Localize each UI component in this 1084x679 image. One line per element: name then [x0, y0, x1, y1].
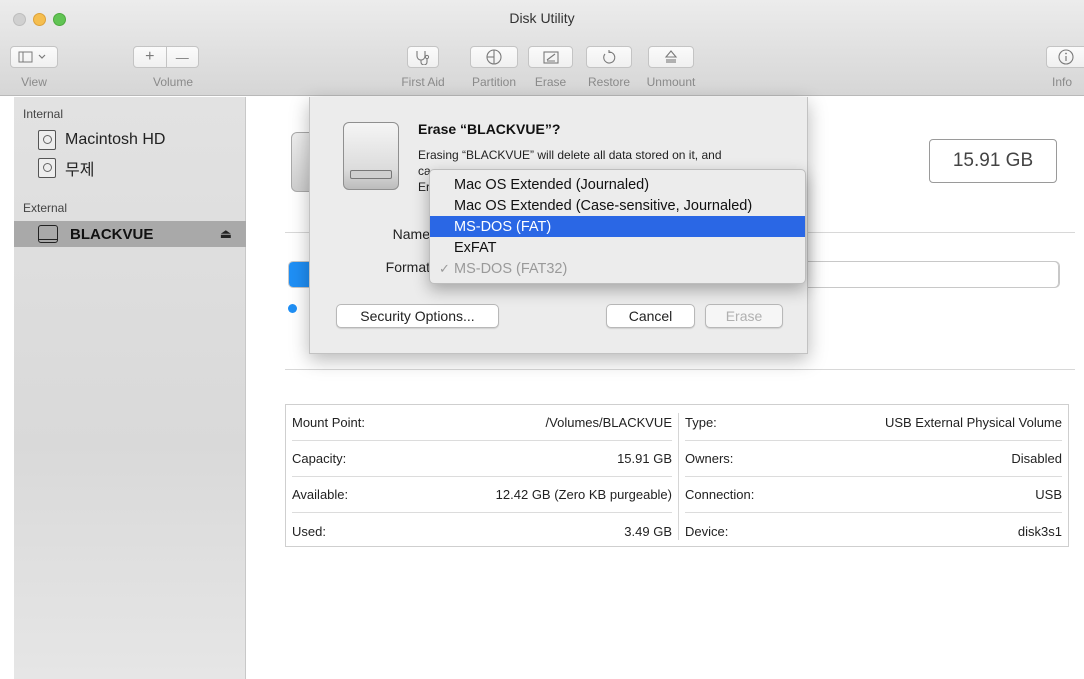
info-label: Mount Point: [292, 415, 365, 430]
info-value: 12.42 GB (Zero KB purgeable) [495, 487, 672, 502]
info-label: Info [1052, 75, 1073, 89]
add-volume-button[interactable]: + [134, 48, 166, 66]
info-row-type: Type: USB External Physical Volume [685, 405, 1062, 441]
format-option-mac-os-extended-case-sensitive[interactable]: Mac OS Extended (Case-sensitive, Journal… [430, 195, 805, 216]
info-label: Owners: [685, 451, 734, 466]
divider [285, 369, 1075, 370]
restore-label: Restore [587, 75, 631, 89]
info-label: Used: [292, 523, 326, 539]
info-column-left: Mount Point: /Volumes/BLACKVUE Capacity:… [286, 405, 678, 548]
sidebar-item-label: Macintosh HD [65, 131, 166, 148]
window-title: Disk Utility [509, 10, 575, 26]
info-icon [1057, 49, 1074, 65]
sheet-message: Erasing “BLACKVUE” will delete all data … [418, 148, 722, 162]
info-row-connection: Connection: USB [685, 477, 1062, 513]
partition-icon [486, 49, 502, 65]
partition-button[interactable] [470, 46, 518, 68]
sidebar-item-blackvue[interactable]: BLACKVUE ⏏ [14, 221, 246, 247]
info-row-owners: Owners: Disabled [685, 441, 1062, 477]
erase-button[interactable]: Erase [705, 304, 783, 328]
view-label: View [21, 75, 47, 89]
view-button[interactable] [10, 46, 58, 68]
info-button[interactable] [1046, 46, 1084, 68]
sidebar-item-label: BLACKVUE [70, 225, 154, 243]
info-label: Type: [685, 415, 717, 430]
capacity-display: 15.91 GB [929, 139, 1057, 183]
info-value: USB [1035, 487, 1062, 502]
info-value: /Volumes/BLACKVUE [545, 415, 672, 430]
sheet-title: Erase “BLACKVUE”? [418, 121, 561, 137]
checkmark-icon: ✓ [439, 260, 450, 276]
internal-disk-icon [38, 130, 56, 150]
stethoscope-icon [416, 51, 430, 65]
info-value: 3.49 GB [624, 523, 672, 539]
info-row-mount-point: Mount Point: /Volumes/BLACKVUE [292, 405, 672, 441]
info-row-available: Available: 12.42 GB (Zero KB purgeable) [292, 477, 672, 513]
format-option-label: MS-DOS (FAT32) [454, 260, 568, 277]
volume-label: Volume [152, 75, 194, 89]
format-option-ms-dos-fat32[interactable]: ✓ MS-DOS (FAT32) [430, 258, 805, 279]
sidebar-header-internal: Internal [23, 107, 64, 121]
external-disk-icon [38, 225, 58, 243]
unmount-label: Unmount [646, 75, 696, 89]
restore-icon [603, 50, 616, 64]
format-field-label: Format [385, 259, 430, 275]
sidebar-item-label: 무제 [65, 162, 95, 179]
internal-disk-icon [38, 158, 56, 178]
format-option-mac-os-extended-journaled[interactable]: Mac OS Extended (Journaled) [430, 174, 805, 195]
info-label: Device: [685, 523, 729, 539]
info-row-device: Device: disk3s1 [685, 513, 1062, 549]
sidebar: Internal Macintosh HD 무제 External BLACKV… [14, 97, 246, 679]
format-option-ms-dos-fat[interactable]: MS-DOS (FAT) [430, 216, 805, 237]
sidebar-header-external: External [23, 201, 68, 215]
sidebar-toggle-icon [18, 51, 46, 63]
sidebar-item-untitled[interactable]: 무제 [14, 155, 246, 181]
name-field-extension [806, 261, 1059, 288]
erase-icon [542, 51, 559, 64]
external-drive-icon [343, 122, 399, 190]
cancel-button[interactable]: Cancel [606, 304, 695, 328]
erase-label: Erase [534, 75, 567, 89]
info-label: Capacity: [292, 451, 347, 466]
format-option-exfat[interactable]: ExFAT [430, 237, 805, 258]
info-row-used: Used: 3.49 GB [292, 513, 672, 549]
info-value: 15.91 GB [617, 451, 672, 466]
info-label: Connection: [685, 487, 755, 502]
unmount-button[interactable] [648, 46, 694, 68]
format-dropdown-menu: Mac OS Extended (Journaled) Mac OS Exten… [429, 169, 806, 284]
info-label: Available: [292, 487, 349, 502]
volume-segmented-control: + — [133, 46, 199, 68]
erase-toolbar-button[interactable] [528, 46, 573, 68]
security-options-button[interactable]: Security Options... [336, 304, 499, 328]
used-legend-dot [288, 304, 297, 313]
sidebar-item-macintosh-hd[interactable]: Macintosh HD [14, 127, 246, 153]
eject-icon [664, 50, 678, 63]
remove-volume-button[interactable]: — [166, 50, 198, 65]
eject-icon[interactable]: ⏏ [220, 226, 232, 242]
partition-label: Partition [471, 75, 517, 89]
first-aid-label: First Aid [401, 75, 445, 89]
info-value: Disabled [1011, 451, 1062, 466]
info-column-right: Type: USB External Physical Volume Owner… [679, 405, 1068, 548]
restore-button[interactable] [586, 46, 632, 68]
name-field-label: Name [392, 226, 430, 242]
volume-info-table: Mount Point: /Volumes/BLACKVUE Capacity:… [285, 404, 1069, 547]
info-value: USB External Physical Volume [884, 415, 1062, 430]
window-titlebar: Disk Utility View + — Volume First Aid P… [0, 0, 1084, 96]
first-aid-button[interactable] [407, 46, 439, 68]
info-value: disk3s1 [1017, 523, 1062, 539]
info-row-capacity: Capacity: 15.91 GB [292, 441, 672, 477]
